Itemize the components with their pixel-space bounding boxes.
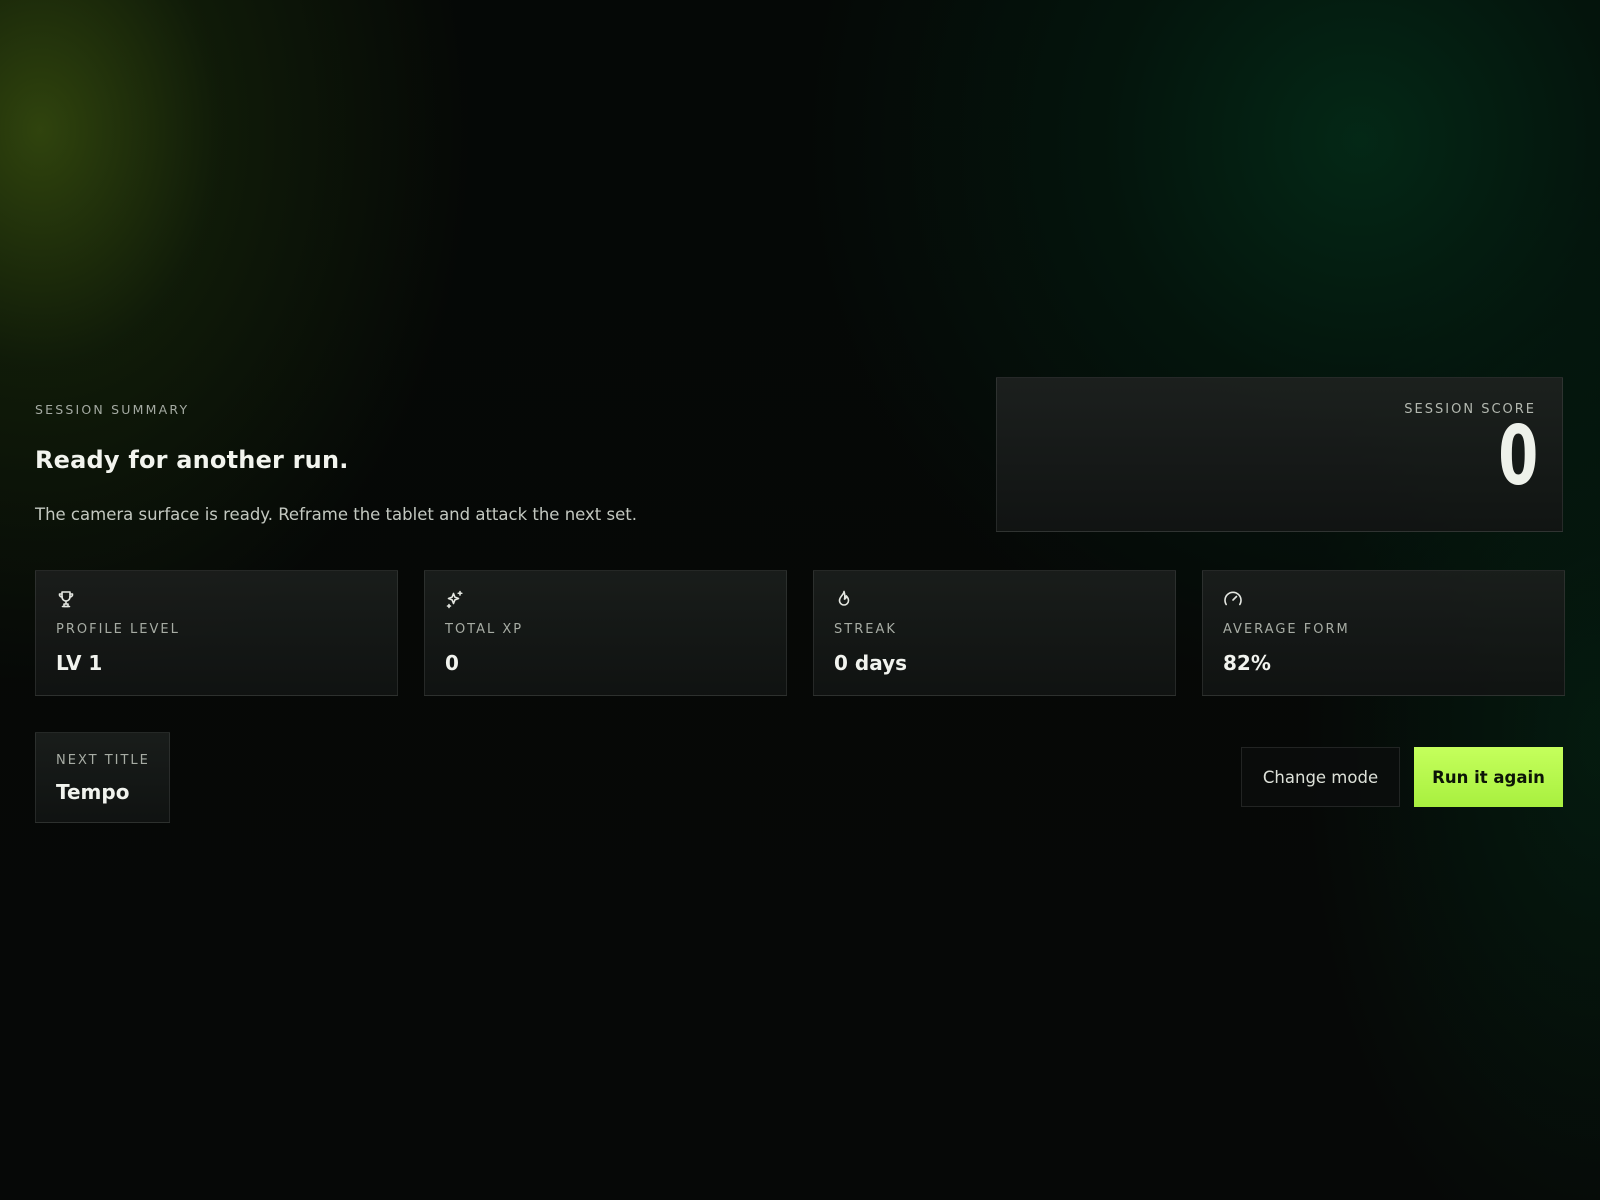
- stat-label: AVERAGE FORM: [1223, 622, 1350, 637]
- next-title-card: NEXT TITLE Tempo: [35, 732, 170, 823]
- stat-card-profile-level: PROFILE LEVEL LV 1: [35, 570, 398, 696]
- stat-card-total-xp: TOTAL XP 0: [424, 570, 787, 696]
- stat-value: LV 1: [56, 651, 103, 675]
- stat-label: PROFILE LEVEL: [56, 622, 180, 637]
- session-score-value: 0: [1497, 409, 1538, 504]
- stat-label: STREAK: [834, 622, 897, 637]
- session-score-card: SESSION SCORE 0: [996, 377, 1563, 532]
- next-title-value: Tempo: [56, 780, 130, 804]
- stat-value: 0 days: [834, 651, 908, 675]
- gauge-icon: [1223, 589, 1243, 609]
- sparkles-icon: [445, 589, 465, 609]
- stat-label: TOTAL XP: [445, 622, 524, 637]
- stat-value: 0: [445, 651, 459, 675]
- run-again-button[interactable]: Run it again: [1414, 747, 1563, 807]
- flame-icon: [834, 589, 854, 609]
- trophy-icon: [56, 589, 76, 609]
- session-summary: SESSION SUMMARY Ready for another run. T…: [35, 402, 935, 524]
- stat-card-average-form: AVERAGE FORM 82%: [1202, 570, 1565, 696]
- stats-row: PROFILE LEVEL LV 1 TOTAL XP 0 STREAK 0 d…: [35, 570, 1565, 696]
- stat-value: 82%: [1223, 651, 1271, 675]
- stat-card-streak: STREAK 0 days: [813, 570, 1176, 696]
- next-title-label: NEXT TITLE: [56, 753, 150, 768]
- change-mode-button[interactable]: Change mode: [1241, 747, 1400, 807]
- session-summary-label: SESSION SUMMARY: [35, 402, 190, 417]
- summary-description: The camera surface is ready. Reframe the…: [35, 505, 637, 524]
- page-title: Ready for another run.: [35, 446, 349, 474]
